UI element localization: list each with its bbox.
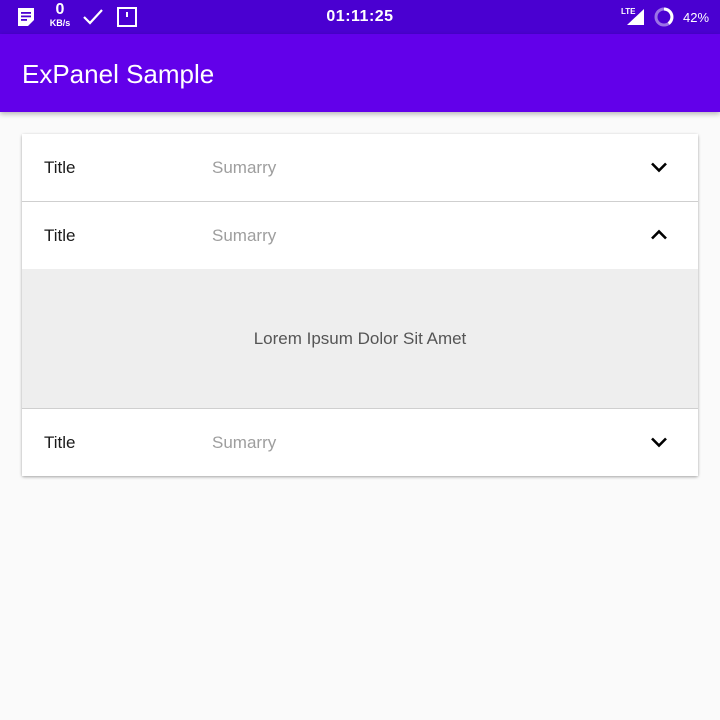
panel-title: Title bbox=[44, 433, 76, 452]
panel-title: Title bbox=[44, 158, 76, 177]
battery-percent: 42% bbox=[683, 10, 710, 25]
panel-header-3[interactable]: Title Sumarry bbox=[22, 409, 698, 476]
panel-summary: Sumarry bbox=[212, 226, 277, 245]
chevron-down-icon[interactable] bbox=[649, 157, 669, 177]
clock: 01:11:25 bbox=[326, 8, 394, 25]
app-bar: ExPanel Sample bbox=[0, 34, 720, 112]
chevron-down-icon[interactable] bbox=[649, 432, 669, 452]
panel-content: Lorem Ipsum Dolor Sit Amet bbox=[22, 269, 698, 408]
chevron-up-icon[interactable] bbox=[649, 225, 669, 245]
panel-header-1[interactable]: Title Sumarry bbox=[22, 134, 698, 201]
panel-content-text: Lorem Ipsum Dolor Sit Amet bbox=[253, 328, 467, 348]
panel-summary: Sumarry bbox=[212, 158, 277, 177]
panel-title: Title bbox=[44, 226, 76, 245]
status-bar: 0 KB/s 01:11:25 LTE 42% bbox=[0, 0, 720, 34]
signal-icon bbox=[627, 9, 644, 25]
panel-summary: Sumarry bbox=[212, 433, 277, 452]
expansion-panel-list: Title Sumarry Title Sumarry Lorem Ipsum … bbox=[22, 134, 698, 476]
panel-header-2[interactable]: Title Sumarry bbox=[22, 202, 698, 269]
battery-icon bbox=[654, 7, 674, 27]
app-title: ExPanel Sample bbox=[22, 59, 215, 89]
